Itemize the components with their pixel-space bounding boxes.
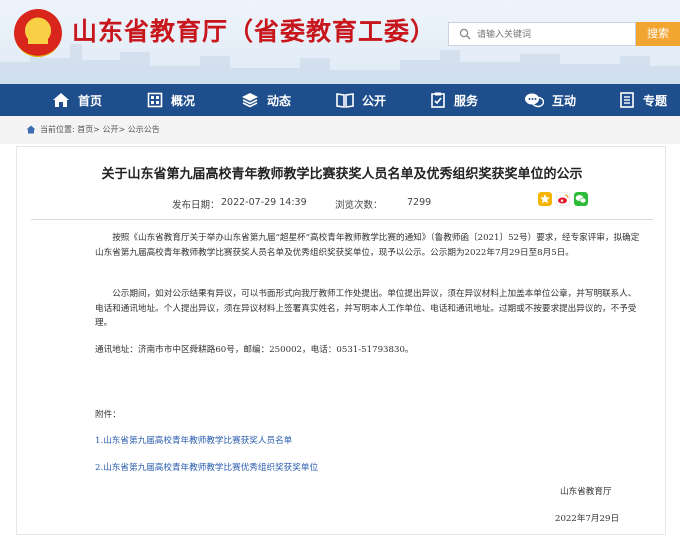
nav-label: 公开: [362, 93, 387, 108]
chat-icon: [525, 93, 544, 108]
nav-item-public[interactable]: 公开: [336, 84, 386, 116]
nav-label: 首页: [78, 93, 103, 108]
attachments-label: 附件：: [95, 410, 121, 420]
body-paragraph-1: 按照《山东省教育厅关于举办山东省第九届“超星杯”高校青年教师教学比赛的通知》（鲁…: [95, 233, 640, 258]
breadcrumb: 当前位置: 首页> 公开> 公示公告: [0, 116, 680, 144]
nav-label: 动态: [267, 93, 292, 108]
nav-item-home[interactable]: 首页: [52, 84, 102, 116]
emblem-logo: [14, 9, 62, 57]
date-label: 发布日期：: [172, 200, 220, 211]
title-divider: [31, 219, 653, 220]
layers-icon: [242, 93, 258, 108]
main-nav: 首页 概况 动态 公开 服务 互动 专题: [0, 84, 680, 116]
clipboard-icon: [431, 92, 445, 108]
wechat-share-icon[interactable]: [574, 192, 588, 206]
weibo-share-icon[interactable]: [556, 192, 570, 206]
nav-item-overview[interactable]: 概况: [147, 84, 195, 116]
nav-label: 专题: [643, 93, 668, 108]
body-paragraph-2: 公示期间，如对公示结果有异议，可以书面形式向我厅教师工作处提出。单位提出异议，须…: [95, 289, 637, 328]
nav-label: 概况: [171, 93, 196, 108]
contact-address: 通讯地址：济南市市中区舜耕路60号，邮编：250002，电话：0531-5179…: [95, 345, 414, 355]
book-icon: [336, 93, 354, 108]
nav-label: 互动: [552, 93, 577, 108]
site-header: 山东省教育厅（省委教育工委） 搜索: [0, 0, 680, 84]
search-button[interactable]: 搜索: [636, 22, 680, 46]
search-input[interactable]: [477, 26, 627, 43]
search-box: [448, 22, 636, 46]
article-panel: 关于山东省第九届高校青年教师教学比赛获奖人员名单及优秀组织奖获奖单位的公示 发布…: [16, 146, 666, 535]
qzone-share-icon[interactable]: [538, 192, 552, 206]
attachment-link-1[interactable]: 1.山东省第九届高校青年教师教学比赛获奖人员名单: [95, 434, 292, 446]
nav-item-service[interactable]: 服务: [430, 84, 478, 116]
views-label: 浏览次数：: [335, 200, 383, 211]
publish-date: 2022-07-29 14:39: [221, 197, 307, 208]
document-icon: [620, 92, 634, 108]
search-icon: [459, 28, 471, 40]
site-title: 山东省教育厅（省委教育工委）: [72, 17, 437, 46]
article-title: 关于山东省第九届高校青年教师教学比赛获奖人员名单及优秀组织奖获奖单位的公示: [101, 167, 583, 182]
nav-item-news[interactable]: 动态: [241, 84, 291, 116]
attachment-link-2[interactable]: 2.山东省第九届高校青年教师教学比赛优秀组织奖获奖单位: [95, 461, 318, 473]
nav-label: 服务: [454, 93, 479, 108]
nav-item-interact[interactable]: 互动: [524, 84, 576, 116]
building-icon: [147, 92, 163, 108]
home-icon: [26, 125, 36, 134]
issuer-signature: 山东省教育厅: [560, 487, 612, 497]
view-count: 7299: [407, 197, 432, 208]
nav-item-topics[interactable]: 专题: [619, 84, 667, 116]
home-icon: [53, 93, 69, 107]
breadcrumb-text[interactable]: 当前位置: 首页> 公开> 公示公告: [40, 124, 160, 135]
issue-date: 2022年7月29日: [555, 514, 620, 524]
